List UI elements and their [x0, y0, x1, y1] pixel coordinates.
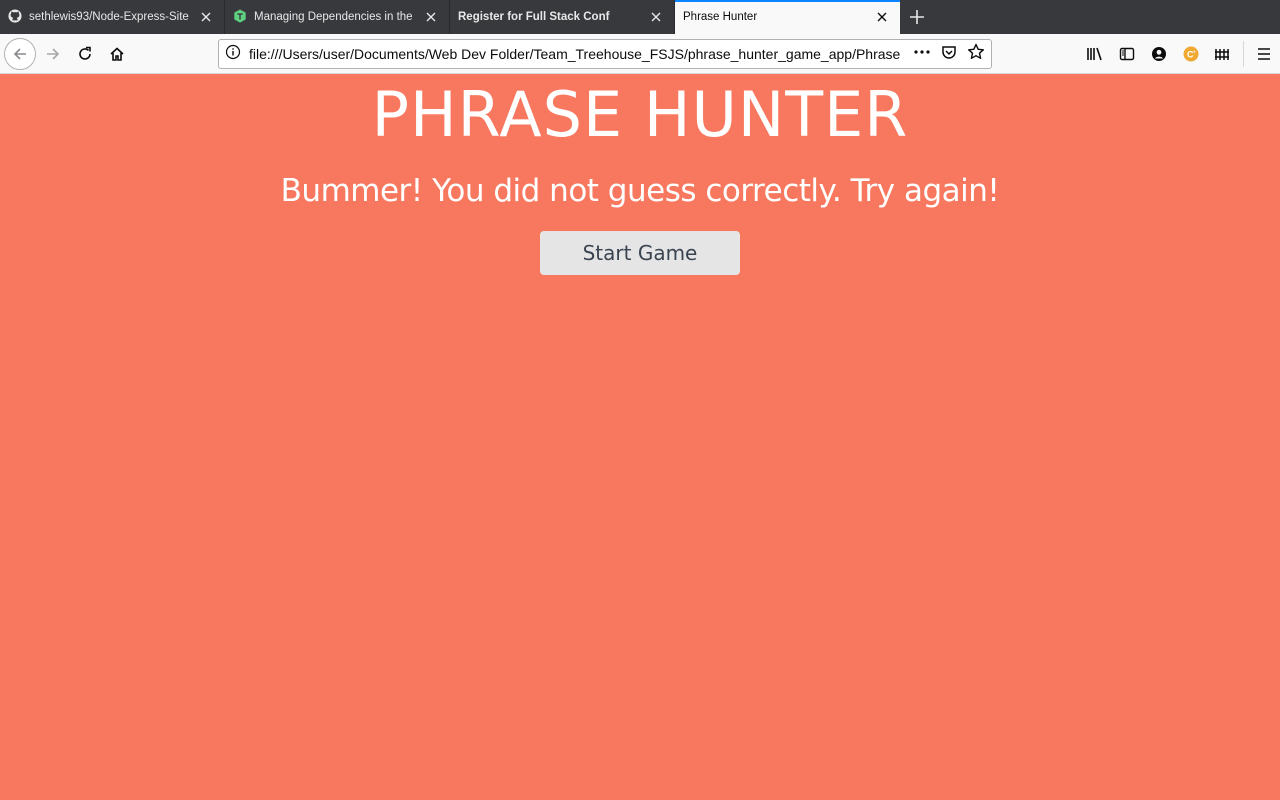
home-button[interactable] [102, 39, 132, 69]
arrow-left-icon [13, 48, 26, 60]
tab-title: Managing Dependencies in the [254, 11, 413, 23]
close-icon[interactable] [648, 9, 664, 25]
tab-title: sethlewis93/Node-Express-Site [29, 11, 189, 23]
library-icon [1087, 47, 1102, 61]
tab-title: Register for Full Stack Conf [458, 11, 610, 23]
close-icon[interactable] [198, 9, 214, 25]
reload-button[interactable] [70, 39, 100, 69]
arrow-right-icon [47, 48, 60, 60]
more-actions-icon[interactable] [913, 44, 931, 65]
toolbar-extension-button[interactable] [1207, 34, 1239, 74]
treehouse-icon [233, 8, 247, 26]
library-button[interactable] [1079, 34, 1111, 74]
new-tab-button[interactable] [900, 0, 934, 34]
game-over-message: Bummer! You did not guess correctly. Try… [280, 173, 1000, 209]
toolbar-separator [1243, 41, 1244, 67]
menu-button[interactable] [1248, 34, 1280, 74]
extension-button[interactable]: C + [1175, 34, 1207, 74]
svg-text:+: + [1193, 50, 1197, 56]
game-title: PHRASE HUNTER [371, 78, 909, 151]
tab-treehouse[interactable]: Managing Dependencies in the [225, 0, 450, 34]
address-bar[interactable]: file:///Users/user/Documents/Web Dev Fol… [218, 39, 992, 69]
info-icon[interactable] [225, 44, 241, 65]
pocket-icon[interactable] [941, 44, 957, 65]
start-game-button[interactable]: Start Game [540, 231, 740, 275]
account-icon [1152, 47, 1166, 61]
game-overlay: PHRASE HUNTER Bummer! You did not guess … [0, 75, 1280, 800]
back-button[interactable] [4, 38, 36, 70]
sidebar-button[interactable] [1111, 34, 1143, 74]
account-button[interactable] [1143, 34, 1175, 74]
hamburger-menu-icon [1258, 48, 1270, 60]
extension-c-icon: C + [1183, 46, 1199, 62]
tab-strip: sethlewis93/Node-Express-Site Managing D… [0, 0, 1280, 34]
tab-full-stack-conf[interactable]: Register for Full Stack Conf [450, 0, 675, 34]
tab-github[interactable]: sethlewis93/Node-Express-Site [0, 0, 225, 34]
github-icon [8, 8, 22, 26]
close-icon[interactable] [874, 9, 890, 25]
tab-title: Phrase Hunter [683, 11, 758, 23]
forward-button[interactable] [38, 39, 68, 69]
navigation-bar: file:///Users/user/Documents/Web Dev Fol… [0, 34, 1280, 74]
bookmark-star-icon[interactable] [967, 43, 985, 66]
close-icon[interactable] [423, 9, 439, 25]
fence-icon [1215, 49, 1229, 60]
url-text[interactable]: file:///Users/user/Documents/Web Dev Fol… [249, 46, 907, 62]
home-icon [110, 47, 124, 61]
tab-phrase-hunter[interactable]: Phrase Hunter [675, 0, 900, 34]
plus-icon [910, 10, 924, 24]
reload-icon [79, 46, 91, 60]
sidebar-icon [1119, 47, 1135, 61]
